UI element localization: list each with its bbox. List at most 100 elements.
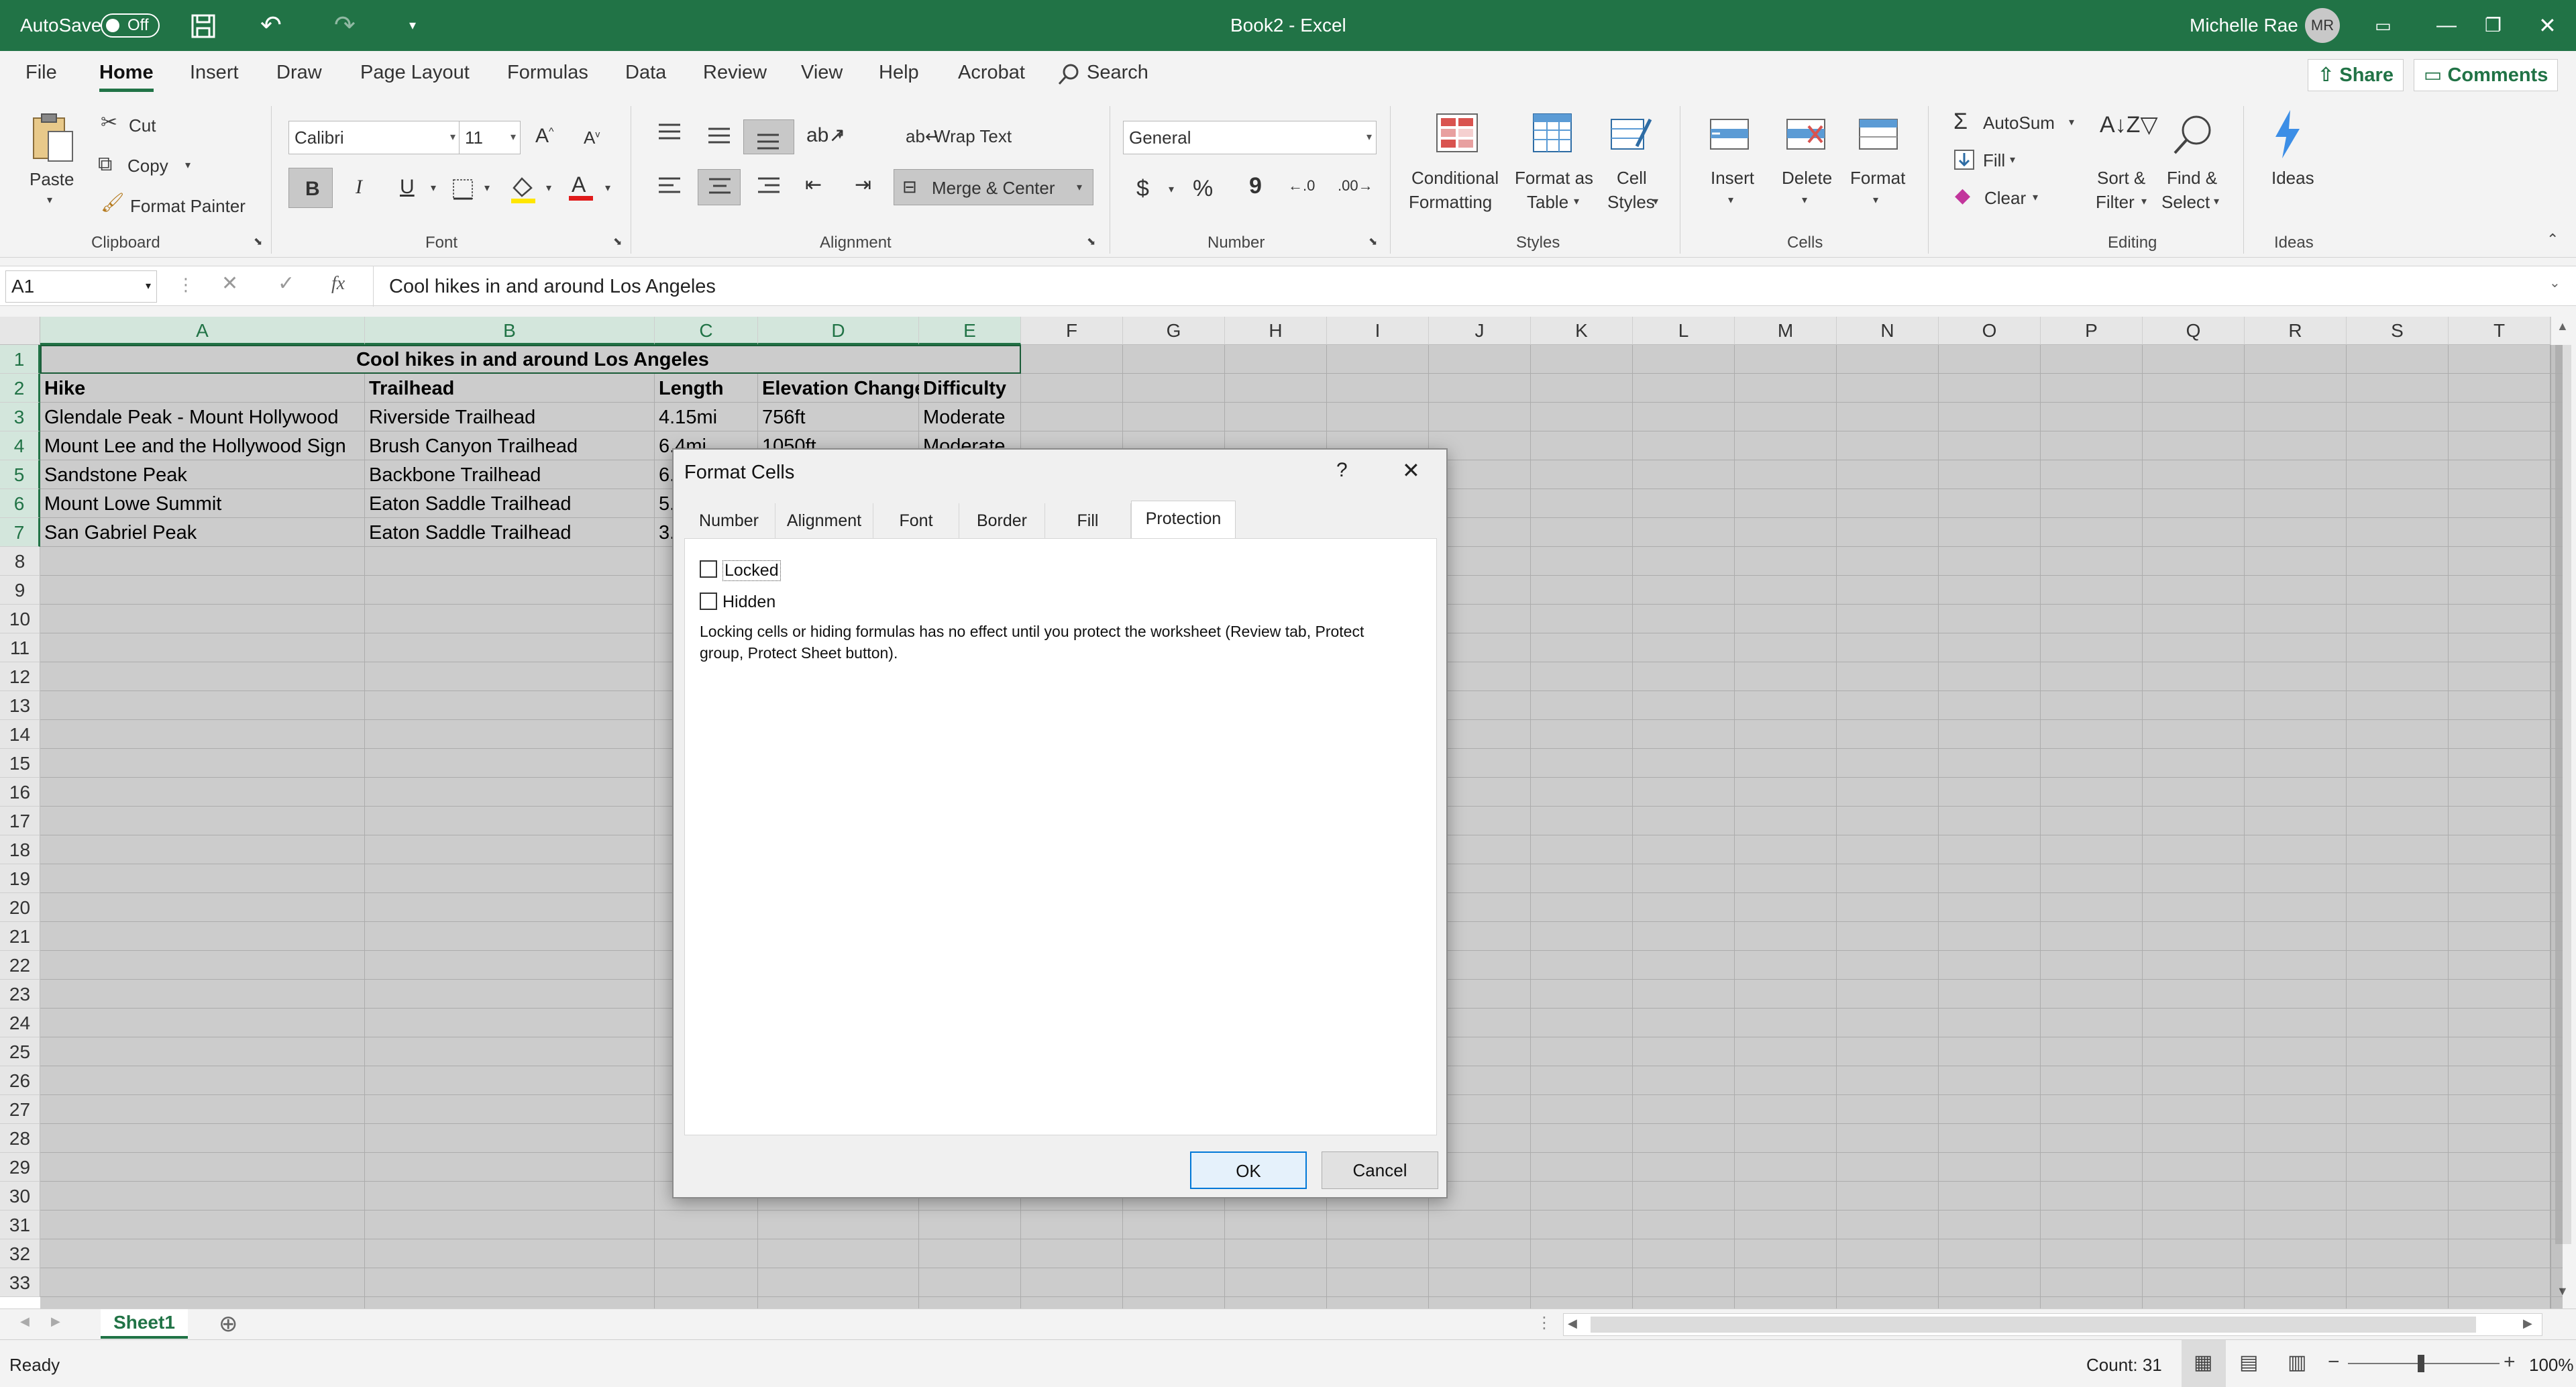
insert-function-icon[interactable]: fx [331, 273, 345, 295]
dialog-tab-protection[interactable]: Protection [1131, 501, 1236, 540]
row-header-2[interactable]: 2 [0, 374, 40, 403]
tab-review[interactable]: Review [703, 62, 767, 84]
font-color-icon[interactable]: A [568, 172, 594, 203]
cell-styles-line1[interactable]: Cell [1617, 168, 1647, 189]
tab-help[interactable]: Help [879, 62, 919, 84]
row-header-3[interactable]: 3 [0, 403, 40, 431]
add-sheet-icon[interactable]: ⊕ [219, 1311, 238, 1337]
copy-button[interactable]: Copy [127, 156, 168, 176]
select-all-corner[interactable] [0, 317, 40, 345]
row-header-13[interactable]: 13 [0, 691, 40, 720]
scroll-up-icon[interactable]: ▲ [2557, 319, 2569, 333]
row-header-16[interactable]: 16 [0, 778, 40, 807]
tab-file[interactable]: File [25, 62, 57, 84]
borders-icon[interactable] [452, 178, 474, 200]
lightning-icon[interactable] [2270, 109, 2305, 160]
dialog-tab-alignment[interactable]: Alignment [775, 503, 873, 538]
previous-sheet-icon[interactable]: ◀ [20, 1315, 30, 1329]
dialog-close-icon[interactable]: ✕ [1402, 458, 1420, 483]
column-header-m[interactable]: M [1735, 317, 1837, 345]
tab-home[interactable]: Home [99, 62, 154, 92]
next-sheet-icon[interactable]: ▶ [51, 1315, 60, 1329]
align-center-button[interactable] [698, 169, 741, 205]
locked-checkbox[interactable] [700, 560, 717, 578]
column-header-q[interactable]: Q [2143, 317, 2245, 345]
number-launcher-icon[interactable]: ⬊ [1368, 235, 1377, 248]
row-header-11[interactable]: 11 [0, 633, 40, 662]
column-header-r[interactable]: R [2245, 317, 2347, 345]
ideas-button[interactable]: Ideas [2271, 168, 2314, 189]
increase-decimal-icon[interactable]: ←.0 [1288, 177, 1315, 195]
tab-draw[interactable]: Draw [276, 62, 322, 84]
cell-styles-dropdown-icon[interactable]: ▾ [1653, 195, 1658, 208]
font-name-combo[interactable]: Calibri ▾ [288, 121, 460, 154]
delete-cells-button[interactable]: Delete [1782, 168, 1832, 189]
autosum-dropdown-icon[interactable]: ▾ [2069, 115, 2074, 129]
column-header-p[interactable]: P [2041, 317, 2143, 345]
conditional-formatting-line1[interactable]: Conditional [1411, 168, 1499, 189]
bold-button[interactable]: B [288, 168, 333, 208]
comments-button[interactable]: ▭ Comments [2414, 59, 2559, 91]
column-header-b[interactable]: B [365, 317, 655, 345]
find-select-dropdown-icon[interactable]: ▾ [2214, 195, 2219, 208]
decrease-font-icon[interactable]: Av [584, 127, 600, 148]
hidden-checkbox[interactable] [700, 593, 717, 610]
zoom-slider-thumb[interactable] [2418, 1355, 2424, 1372]
find-select-line1[interactable]: Find & [2167, 168, 2217, 189]
dialog-tab-font[interactable]: Font [873, 503, 959, 538]
ribbon-display-icon[interactable]: ▭ [2375, 0, 2392, 51]
align-bottom-button[interactable] [743, 119, 794, 154]
row-header-27[interactable]: 27 [0, 1095, 40, 1124]
paste-icon[interactable] [30, 111, 76, 165]
locked-label[interactable]: Locked [722, 560, 781, 581]
comma-button[interactable]: 9 [1249, 173, 1262, 199]
format-table-dropdown-icon[interactable]: ▾ [1574, 195, 1579, 208]
underline-dropdown-icon[interactable]: ▾ [431, 181, 436, 195]
column-header-k[interactable]: K [1531, 317, 1633, 345]
tab-page-layout[interactable]: Page Layout [360, 62, 470, 84]
sort-filter-dropdown-icon[interactable]: ▾ [2141, 195, 2147, 208]
clipboard-launcher-icon[interactable]: ⬊ [254, 235, 262, 248]
row-header-29[interactable]: 29 [0, 1153, 40, 1182]
tab-acrobat[interactable]: Acrobat [958, 62, 1025, 84]
conditional-formatting-line2[interactable]: Formatting [1409, 192, 1492, 213]
column-header-o[interactable]: O [1939, 317, 2041, 345]
row-header-23[interactable]: 23 [0, 980, 40, 1009]
row-header-14[interactable]: 14 [0, 720, 40, 749]
align-top-icon[interactable] [657, 122, 682, 145]
column-header-g[interactable]: G [1123, 317, 1225, 345]
paste-button[interactable]: Paste [30, 169, 74, 190]
row-header-30[interactable]: 30 [0, 1182, 40, 1211]
fill-color-icon[interactable] [510, 174, 537, 204]
row-header-25[interactable]: 25 [0, 1037, 40, 1066]
zoom-level[interactable]: 100% [2529, 1355, 2574, 1376]
format-as-table-line2[interactable]: Table [1527, 192, 1568, 213]
scroll-left-icon[interactable]: ◀ [1568, 1317, 1577, 1331]
font-size-combo[interactable]: 11 ▾ [459, 121, 521, 154]
cell-styles-icon[interactable] [1610, 113, 1653, 156]
ok-button[interactable]: OK [1190, 1151, 1307, 1189]
alignment-launcher-icon[interactable]: ⬊ [1087, 235, 1095, 248]
page-break-view-icon[interactable]: ▥ [2288, 1351, 2306, 1374]
sort-filter-icon[interactable]: A↓Z▽ [2100, 111, 2158, 138]
hidden-label[interactable]: Hidden [722, 593, 775, 612]
row-header-31[interactable]: 31 [0, 1211, 40, 1239]
column-header-c[interactable]: C [655, 317, 758, 345]
cancel-button[interactable]: Cancel [1322, 1151, 1438, 1189]
column-header-l[interactable]: L [1633, 317, 1735, 345]
wrap-text-button[interactable]: Wrap Text [934, 126, 1012, 147]
currency-dropdown-icon[interactable]: ▾ [1169, 183, 1174, 196]
format-painter-button[interactable]: Format Painter [130, 196, 246, 217]
format-cells-icon[interactable] [1858, 113, 1901, 156]
share-button[interactable]: ⇧ Share [2308, 59, 2404, 91]
sort-filter-line1[interactable]: Sort & [2097, 168, 2145, 189]
scroll-right-icon[interactable]: ▶ [2523, 1317, 2532, 1331]
column-header-h[interactable]: H [1225, 317, 1327, 345]
row-header-15[interactable]: 15 [0, 749, 40, 778]
dialog-tab-fill[interactable]: Fill [1045, 503, 1131, 538]
row-header-4[interactable]: 4 [0, 431, 40, 460]
autosave-toggle[interactable]: Off [101, 13, 160, 38]
row-header-12[interactable]: 12 [0, 662, 40, 691]
merge-center-button[interactable]: ⊟ Merge & Center ▾ [894, 169, 1093, 205]
format-as-table-icon[interactable] [1532, 113, 1575, 156]
